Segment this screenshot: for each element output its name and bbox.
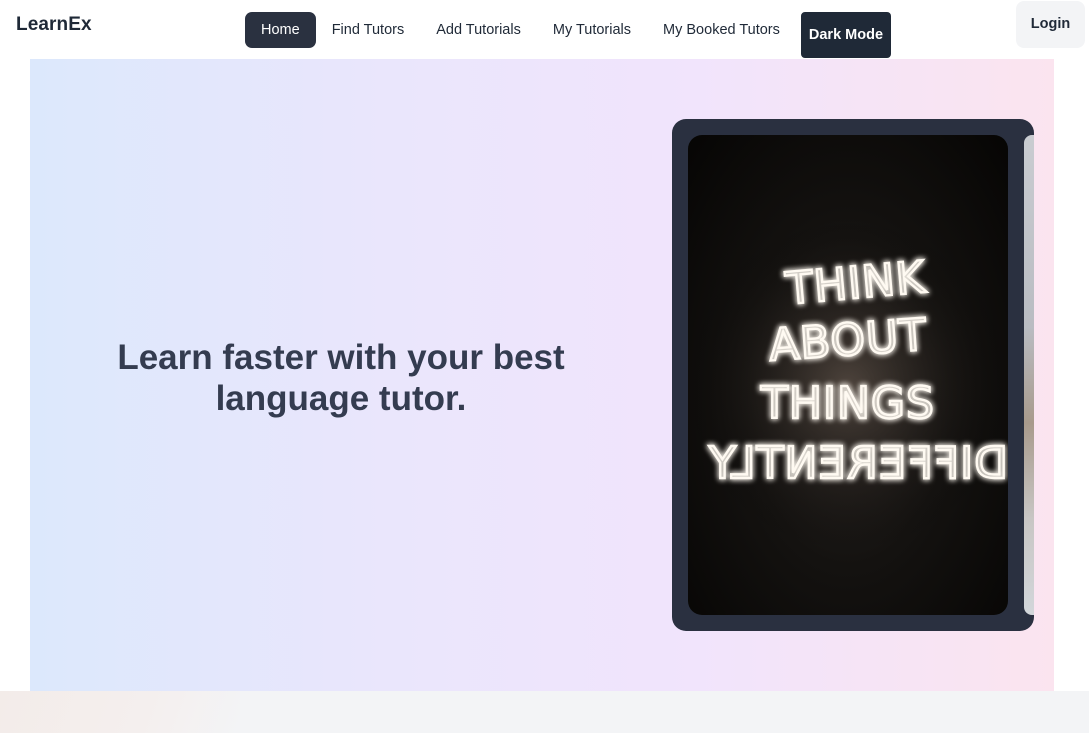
next-section-decoration [0, 691, 240, 733]
nav-home[interactable]: Home [245, 12, 316, 48]
hero-banner: Learn faster with your best language tut… [30, 59, 1054, 691]
neon-word-4: DIFFERENTLY [708, 438, 1008, 489]
hero-headline-line2: language tutor. [215, 379, 467, 418]
neon-sign-image: THINK ABOUT THINGS DIFFERENTLY [688, 215, 1008, 555]
nav-find-tutors[interactable]: Find Tutors [316, 12, 421, 48]
hero-headline: Learn faster with your best language tut… [30, 337, 652, 419]
image-carousel[interactable]: THINK ABOUT THINGS DIFFERENTLY [672, 119, 1034, 631]
neon-word-3: THINGS [760, 378, 935, 429]
dark-mode-button[interactable]: Dark Mode [800, 12, 892, 58]
nav-add-tutorials[interactable]: Add Tutorials [420, 12, 537, 48]
hero-headline-line1: Learn faster with your best [117, 338, 565, 377]
nav-my-tutorials[interactable]: My Tutorials [537, 12, 647, 48]
login-button[interactable]: Login [1016, 1, 1085, 48]
nav-links: Home Find Tutors Add Tutorials My Tutori… [245, 7, 892, 58]
carousel-next-slide-peek[interactable] [1024, 135, 1034, 615]
navbar: LearnEx Home Find Tutors Add Tutorials M… [0, 0, 1089, 58]
brand-logo[interactable]: LearnEx [16, 14, 92, 36]
carousel-slide-neon-sign[interactable]: THINK ABOUT THINGS DIFFERENTLY [688, 135, 1008, 615]
nav-my-booked-tutors[interactable]: My Booked Tutors [647, 12, 796, 48]
